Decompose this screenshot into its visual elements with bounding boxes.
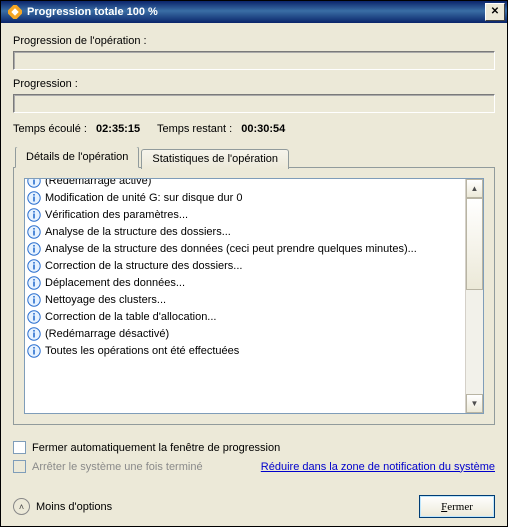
- tab-panel-details: (Redémarrage activé) Modification de unit…: [13, 167, 495, 425]
- elapsed-value: 02:35:15: [96, 123, 140, 135]
- less-options-toggle[interactable]: ˄ Moins d'options: [13, 498, 112, 515]
- list-item-label: Correction de la table d'allocation...: [45, 311, 216, 323]
- auto-close-row[interactable]: Fermer automatiquement la fenêtre de pro…: [13, 441, 495, 454]
- progress-dialog: Progression totale 100 % ✕ Progression d…: [0, 0, 508, 527]
- info-icon: [27, 179, 41, 188]
- titlebar[interactable]: Progression totale 100 % ✕: [1, 1, 507, 23]
- info-icon: [27, 208, 41, 222]
- details-listbox[interactable]: (Redémarrage activé) Modification de unit…: [24, 178, 484, 414]
- list-item-label: Analyse de la structure des données (cec…: [45, 243, 417, 255]
- shutdown-checkbox: [13, 460, 26, 473]
- list-item[interactable]: Correction de la structure des dossiers.…: [27, 257, 463, 274]
- list-item[interactable]: Analyse de la structure des dossiers...: [27, 223, 463, 240]
- tab-statistics[interactable]: Statistiques de l'opération: [141, 149, 289, 169]
- scroll-up-button[interactable]: ▲: [466, 179, 483, 198]
- overall-progress-label: Progression :: [13, 78, 495, 90]
- tab-details[interactable]: Détails de l'opération: [15, 147, 139, 168]
- list-item[interactable]: Nettoyage des clusters...: [27, 291, 463, 308]
- scroll-track[interactable]: [466, 198, 483, 394]
- scroll-thumb[interactable]: [466, 198, 483, 290]
- info-icon: [27, 242, 41, 256]
- overall-progress-bar: [13, 94, 495, 113]
- list-item-label: Toutes les opérations ont été effectuées: [45, 345, 239, 357]
- bottom-options: Fermer automatiquement la fenêtre de pro…: [13, 435, 495, 479]
- info-icon: [27, 327, 41, 341]
- scroll-down-button[interactable]: ▼: [466, 394, 483, 413]
- tab-stats-label: Statistiques de l'opération: [152, 153, 278, 165]
- remaining-value: 00:30:54: [241, 123, 285, 135]
- list-item[interactable]: (Redémarrage activé): [27, 179, 463, 189]
- less-options-label: Moins d'options: [36, 501, 112, 513]
- list-item-label: Correction de la structure des dossiers.…: [45, 260, 242, 272]
- remaining-label: Temps restant :: [157, 123, 232, 135]
- content-area: Progression de l'opération : Progression…: [1, 23, 507, 526]
- operation-progress-label: Progression de l'opération :: [13, 35, 495, 47]
- info-icon: [27, 276, 41, 290]
- close-icon[interactable]: ✕: [485, 3, 505, 21]
- shutdown-row: Arrêter le système une fois terminé Rédu…: [13, 460, 495, 473]
- chevron-up-icon: ˄: [13, 498, 30, 515]
- auto-close-label: Fermer automatiquement la fenêtre de pro…: [32, 442, 280, 454]
- auto-close-checkbox[interactable]: [13, 441, 26, 454]
- list-item[interactable]: Correction de la table d'allocation...: [27, 308, 463, 325]
- info-icon: [27, 225, 41, 239]
- scrollbar[interactable]: ▲ ▼: [465, 179, 483, 413]
- shutdown-label: Arrêter le système une fois terminé: [32, 461, 203, 473]
- list-item[interactable]: Modification de unité G: sur disque dur …: [27, 189, 463, 206]
- info-icon: [27, 191, 41, 205]
- elapsed-label: Temps écoulé :: [13, 123, 87, 135]
- close-button[interactable]: Fermer: [419, 495, 495, 518]
- list-item-label: (Redémarrage activé): [45, 179, 151, 187]
- list-item[interactable]: (Redémarrage désactivé): [27, 325, 463, 342]
- list-item[interactable]: Vérification des paramètres...: [27, 206, 463, 223]
- close-button-rest: ermer: [447, 501, 473, 513]
- time-row: Temps écoulé : 02:35:15 Temps restant : …: [13, 123, 495, 135]
- app-icon: [7, 4, 23, 20]
- list-item-label: Vérification des paramètres...: [45, 209, 188, 221]
- list-item-label: (Redémarrage désactivé): [45, 328, 169, 340]
- list-item-label: Analyse de la structure des dossiers...: [45, 226, 231, 238]
- info-icon: [27, 310, 41, 324]
- minimize-to-tray-link[interactable]: Réduire dans la zone de notification du …: [261, 461, 495, 473]
- list-item-label: Nettoyage des clusters...: [45, 294, 166, 306]
- info-icon: [27, 293, 41, 307]
- list-item[interactable]: Déplacement des données...: [27, 274, 463, 291]
- info-icon: [27, 344, 41, 358]
- info-icon: [27, 259, 41, 273]
- window-title: Progression totale 100 %: [27, 6, 485, 18]
- tab-strip: Détails de l'opération Statistiques de l…: [15, 147, 495, 167]
- operation-progress-bar: [13, 51, 495, 70]
- tabs: Détails de l'opération Statistiques de l…: [13, 147, 495, 425]
- list-item[interactable]: Analyse de la structure des données (cec…: [27, 240, 463, 257]
- tab-details-label: Détails de l'opération: [26, 151, 128, 163]
- list-item-label: Déplacement des données...: [45, 277, 185, 289]
- list-item[interactable]: Toutes les opérations ont été effectuées: [27, 342, 463, 359]
- list-item-label: Modification de unité G: sur disque dur …: [45, 192, 243, 204]
- footer: ˄ Moins d'options Fermer: [13, 495, 495, 518]
